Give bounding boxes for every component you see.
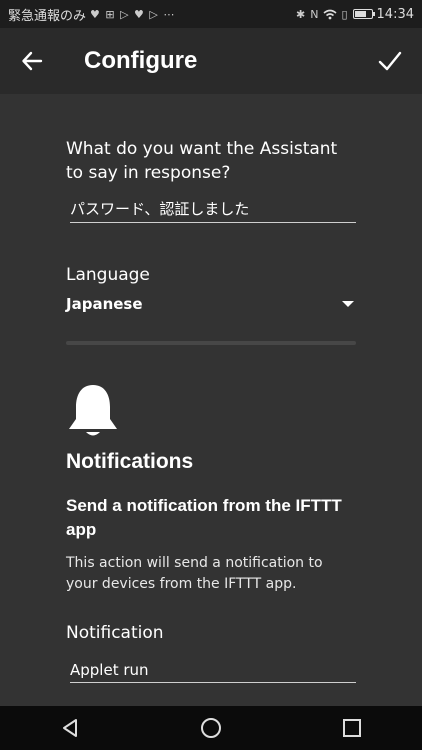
status-notification-text: 緊急通報のみ: [8, 8, 87, 24]
status-left: 緊急通報のみ ♥ ⊞ ▷ ♥ ▷ ⋯: [8, 5, 175, 24]
triangle-back-icon: [63, 719, 78, 737]
circle-home-icon: [200, 718, 221, 738]
sim-icon: ▯: [341, 7, 349, 21]
page-title: Configure: [84, 47, 198, 74]
language-value: Japanese: [66, 295, 143, 313]
configure-form: What do you want the Assistant to say in…: [66, 94, 356, 683]
status-bar: 緊急通報のみ ♥ ⊞ ▷ ♥ ▷ ⋯ ✱ N ▯ 14:34: [0, 0, 422, 28]
notification-label: Notification: [66, 623, 164, 643]
notifications-heading: Notifications: [66, 450, 194, 473]
nfc-icon: N: [310, 7, 320, 21]
notification-action-description: This action will send a notification to …: [66, 555, 323, 592]
navigation-bar: [0, 706, 422, 750]
wifi-icon: [323, 9, 337, 19]
confirm-button[interactable]: [358, 28, 422, 94]
notification-icons: ♥ ⊞ ▷ ♥ ▷ ⋯: [90, 7, 176, 21]
response-input[interactable]: パスワード、認証しました: [70, 194, 356, 223]
section-divider: [66, 341, 356, 345]
language-label: Language: [66, 265, 150, 285]
nav-recents-button[interactable]: [322, 706, 382, 750]
bluetooth-icon: ✱: [296, 7, 307, 21]
back-arrow-icon: [22, 51, 43, 71]
checkmark-icon: [378, 51, 402, 71]
back-button[interactable]: [0, 28, 64, 94]
nav-back-button[interactable]: [40, 706, 100, 750]
notification-input[interactable]: Applet run: [70, 657, 356, 683]
battery-level: [354, 11, 366, 17]
bell-icon: [69, 385, 117, 436]
dropdown-arrow-icon: [342, 301, 354, 307]
battery-icon: [352, 9, 375, 19]
status-right: ✱ N ▯ 14:34: [296, 7, 414, 22]
app-bar: Configure: [0, 28, 422, 94]
nav-home-button[interactable]: [181, 706, 241, 750]
square-recents-icon: [342, 719, 361, 737]
notification-action-title: Send a notification from the IFTTT app: [66, 496, 342, 539]
language-select[interactable]: Japanese: [66, 295, 354, 313]
response-label: What do you want the Assistant to say in…: [66, 139, 338, 183]
status-time: 14:34: [376, 6, 414, 22]
